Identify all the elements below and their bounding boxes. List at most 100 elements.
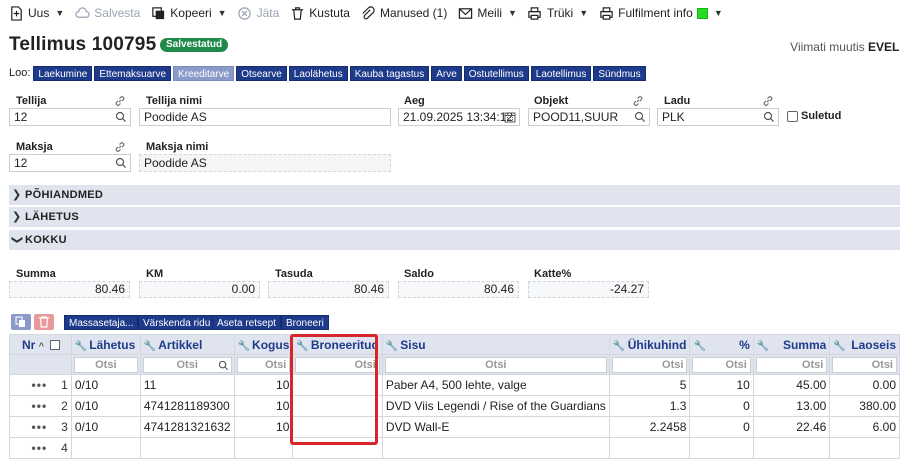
filter-kogus-input[interactable]: Otsi: [236, 356, 291, 373]
filter-lahetus-input[interactable]: Otsi: [73, 356, 138, 373]
reserve-button[interactable]: Broneeri: [281, 315, 329, 330]
cell-lahetus[interactable]: 0/10: [70, 374, 141, 396]
link-laekumine[interactable]: Laekumine: [33, 65, 93, 81]
cell-sisu[interactable]: Paber A4, 500 lehte, valge: [381, 374, 610, 396]
link-arve[interactable]: Arve: [431, 65, 462, 81]
row-menu-icon[interactable]: •••: [32, 399, 48, 413]
cell-protsent[interactable]: [689, 437, 754, 459]
cell-artikkel[interactable]: 11: [139, 374, 235, 396]
ladu-input[interactable]: PLK: [657, 108, 779, 126]
cell-broneeritud[interactable]: [292, 395, 383, 417]
maksja-input[interactable]: 12: [9, 154, 131, 172]
cell-kogus[interactable]: [233, 437, 294, 459]
search-icon[interactable]: [634, 111, 646, 123]
cancel-button[interactable]: Jäta: [237, 2, 279, 24]
col-lahetus[interactable]: 🔧 Lähetus: [70, 334, 141, 355]
save-button[interactable]: Salvesta: [74, 2, 140, 24]
link-ostutellimus[interactable]: Ostutellimus: [463, 65, 529, 81]
link-icon[interactable]: [114, 95, 126, 107]
refresh-rows-button[interactable]: Värskenda ridu: [138, 315, 216, 330]
cell-broneeritud[interactable]: [292, 437, 383, 459]
row-menu-icon[interactable]: •••: [32, 378, 48, 392]
filter-summa-input[interactable]: Otsi: [755, 356, 828, 373]
cell-uhikuhind[interactable]: [608, 437, 691, 459]
section-pohiandmed[interactable]: ❯ PÕHIANDMED: [9, 185, 900, 205]
link-icon[interactable]: [762, 95, 774, 107]
filter-sisu-input[interactable]: Otsi: [384, 356, 607, 373]
chevron-down-icon[interactable]: ▼: [508, 8, 517, 18]
cell-uhikuhind[interactable]: 5: [608, 374, 691, 396]
search-icon[interactable]: [115, 157, 127, 169]
cell-kogus[interactable]: 10: [233, 395, 294, 417]
attachments-button[interactable]: Manused (1): [360, 2, 447, 24]
filter-artikkel-input[interactable]: Otsi: [142, 356, 232, 373]
email-button[interactable]: Meili ▼: [457, 2, 517, 24]
col-laoseis[interactable]: 🔧 Laoseis: [829, 334, 900, 355]
col-broneeritud[interactable]: 🔧 Broneeritud: [292, 334, 383, 355]
cell-sisu[interactable]: [381, 437, 610, 459]
new-button[interactable]: Uus ▼: [8, 2, 64, 24]
link-sundmus[interactable]: Sündmus: [593, 65, 646, 81]
link-icon[interactable]: [632, 95, 644, 107]
insert-recipe-button[interactable]: Aseta retsept: [212, 315, 281, 330]
link-kauba-tagastus[interactable]: Kauba tagastus: [349, 65, 430, 81]
filter-broneeritud-input[interactable]: Otsi: [295, 356, 380, 373]
sort-asc-icon[interactable]: ^: [39, 341, 44, 351]
link-kreeditarve[interactable]: Kreeditarve: [173, 65, 235, 81]
cell-lahetus[interactable]: 0/10: [70, 416, 141, 438]
tellija-input[interactable]: 12: [9, 108, 131, 126]
filter-laoseis-input[interactable]: Otsi: [832, 356, 897, 373]
suletud-checkbox[interactable]: [787, 111, 798, 122]
select-all-checkbox[interactable]: [50, 339, 61, 350]
chevron-down-icon[interactable]: ▼: [714, 8, 723, 18]
massasetaja-button[interactable]: Massasetaja...: [64, 315, 139, 330]
chevron-down-icon[interactable]: ▼: [579, 8, 588, 18]
copy-rows-button[interactable]: [11, 314, 31, 330]
link-otsearve[interactable]: Otsearve: [236, 65, 287, 81]
col-protsent[interactable]: 🔧%: [689, 334, 754, 355]
table-row[interactable]: ••• 2 0/10 4741281189300 10 DVD Viis Lege…: [9, 395, 900, 417]
link-icon[interactable]: [114, 141, 126, 153]
table-row[interactable]: ••• 3 0/10 4741281321632 10 DVD Wall-E 2.…: [9, 416, 900, 438]
cell-sisu[interactable]: DVD Viis Legendi / Rise of the Guardians: [381, 395, 610, 417]
objekt-input[interactable]: POOD11,SUUR: [528, 108, 650, 126]
cell-summa[interactable]: 22.46: [752, 416, 831, 438]
cell-summa[interactable]: [752, 437, 831, 459]
fulfilment-info-button[interactable]: Fulfilment info ▼: [598, 2, 723, 24]
search-icon[interactable]: [218, 360, 229, 371]
col-uhikuhind[interactable]: 🔧 Ühikuhind: [608, 334, 691, 355]
print-button[interactable]: Trüki ▼: [527, 2, 588, 24]
chevron-down-icon[interactable]: ▼: [218, 8, 227, 18]
link-laotellimus[interactable]: Laotellimus: [530, 65, 592, 81]
cell-summa[interactable]: 45.00: [752, 374, 831, 396]
cell-kogus[interactable]: 10: [233, 416, 294, 438]
cell-broneeritud[interactable]: [292, 416, 383, 438]
search-icon[interactable]: [115, 111, 127, 123]
link-ettemaksuarve[interactable]: Ettemaksuarve: [94, 65, 172, 81]
aeg-input[interactable]: 21.09.2025 13:34:12: [398, 108, 520, 126]
cell-sisu[interactable]: DVD Wall-E: [381, 416, 610, 438]
cell-uhikuhind[interactable]: 2.2458: [608, 416, 691, 438]
col-summa[interactable]: 🔧 Summa: [752, 334, 831, 355]
cell-artikkel[interactable]: 4741281321632: [139, 416, 235, 438]
section-kokku[interactable]: ❯ KOKKU: [9, 230, 900, 250]
table-row[interactable]: ••• 1 0/10 11 10 Paber A4, 500 lehte, val…: [9, 374, 900, 396]
cell-summa[interactable]: 13.00: [752, 395, 831, 417]
filter-protsent-input[interactable]: Otsi: [692, 356, 751, 373]
table-row[interactable]: ••• 4: [9, 437, 900, 459]
filter-uhikuhind-input[interactable]: Otsi: [611, 356, 688, 373]
col-artikkel[interactable]: 🔧 Artikkel: [139, 334, 235, 355]
cell-lahetus[interactable]: [70, 437, 141, 459]
tellija-nimi-input[interactable]: Poodide AS: [139, 108, 391, 126]
cell-lahetus[interactable]: 0/10: [70, 395, 141, 417]
section-lahetus[interactable]: ❯ LÄHETUS: [9, 207, 900, 227]
cell-artikkel[interactable]: [139, 437, 235, 459]
cell-protsent[interactable]: 0: [689, 416, 754, 438]
col-nr[interactable]: Nr ^: [9, 334, 72, 355]
row-menu-icon[interactable]: •••: [32, 420, 48, 434]
cell-protsent[interactable]: 0: [689, 395, 754, 417]
copy-button[interactable]: Kopeeri ▼: [150, 2, 227, 24]
cell-artikkel[interactable]: 4741281189300: [139, 395, 235, 417]
cell-broneeritud[interactable]: [292, 374, 383, 396]
cell-uhikuhind[interactable]: 1.3: [608, 395, 691, 417]
